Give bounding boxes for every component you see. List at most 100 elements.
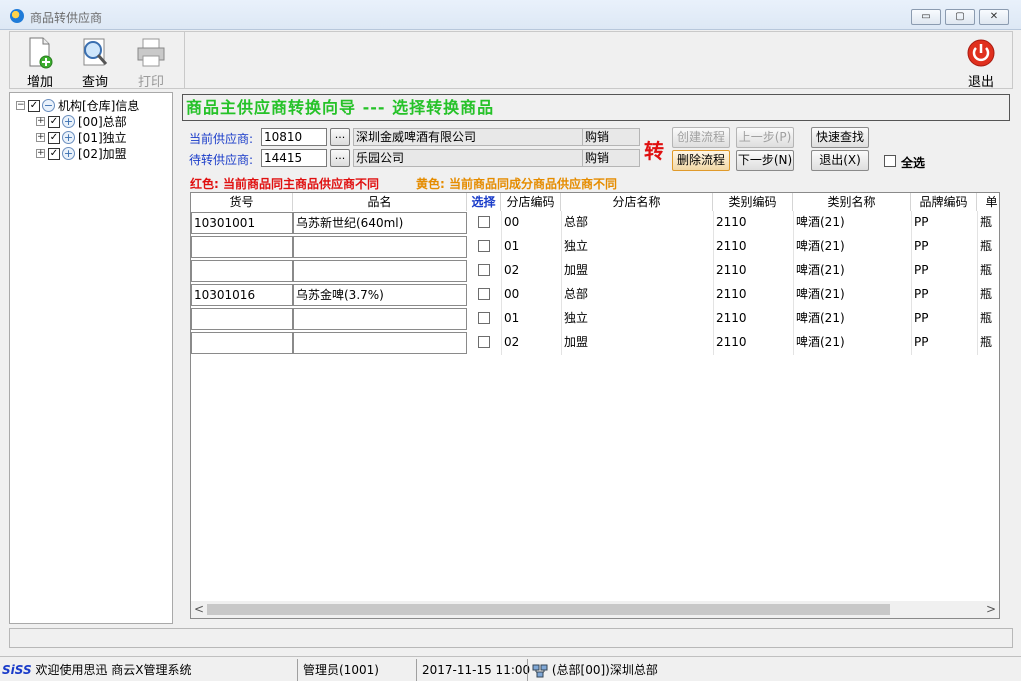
create-flow-button[interactable]: 创建流程 [672, 127, 730, 148]
cell-brand-code: PP [914, 263, 929, 277]
tree-item-00[interactable]: + ✓ + [00]总部 [36, 113, 127, 129]
add-button[interactable]: 增加 [20, 36, 60, 90]
status-user: 管理员(1001) [303, 663, 379, 677]
expand-icon[interactable]: + [36, 149, 45, 158]
status-branch: (总部[00])深圳总部 [532, 661, 658, 679]
target-supplier-name: 乐园公司 [353, 149, 583, 167]
cell-brand-code: PP [914, 215, 929, 229]
quick-search-button[interactable]: 快速查找 [811, 127, 869, 148]
expand-icon[interactable]: + [36, 133, 45, 142]
cell-code[interactable] [191, 260, 293, 282]
cell-brand-code: PP [914, 311, 929, 325]
horizontal-scrollbar[interactable]: < > [191, 601, 999, 618]
cell-branch-name: 加盟 [564, 335, 589, 349]
cell-unit: 瓶 [980, 215, 993, 229]
current-supplier-name: 深圳金威啤酒有限公司 [353, 128, 583, 146]
cell-code[interactable]: 10301001 [191, 212, 293, 234]
power-icon [967, 39, 995, 67]
col-header-unit[interactable]: 单 [977, 193, 999, 211]
col-header-branch-name[interactable]: 分店名称 [561, 193, 713, 211]
cell-name[interactable] [293, 236, 467, 258]
tree-item-01[interactable]: + ✓ + [01]独立 [36, 129, 127, 145]
title-bar: 商品转供应商 ▭ ▢ ✕ [0, 0, 1021, 30]
cell-brand-code: PP [914, 287, 929, 301]
target-supplier-browse-button[interactable]: ... [330, 149, 350, 167]
row-select-checkbox[interactable] [478, 312, 490, 324]
cell-branch-name: 独立 [564, 311, 589, 325]
cell-category-name: 啤酒(21) [796, 287, 845, 301]
cell-unit: 瓶 [980, 287, 993, 301]
exit-wizard-button[interactable]: 退出(X) [811, 150, 869, 171]
add-label: 增加 [26, 75, 53, 90]
next-step-button[interactable]: 下一步(N) [736, 150, 794, 171]
cell-category-code: 2110 [716, 311, 747, 325]
expand-icon[interactable]: + [36, 117, 45, 126]
col-header-category-code[interactable]: 类别编码 [713, 193, 793, 211]
minimize-button[interactable]: ▭ [911, 9, 941, 25]
row-select-checkbox[interactable] [478, 288, 490, 300]
checkbox-checked-icon[interactable]: ✓ [28, 99, 40, 112]
target-supplier-code-input[interactable]: 14415 [261, 149, 327, 167]
cell-category-name: 啤酒(21) [796, 311, 845, 325]
checkbox-checked-icon[interactable]: ✓ [48, 115, 60, 128]
cell-name[interactable]: 乌苏金啤(3.7%) [293, 284, 467, 306]
cell-branch-code: 00 [504, 287, 520, 301]
cell-code[interactable] [191, 236, 293, 258]
query-label: 查询 [81, 75, 108, 90]
col-header-code[interactable]: 货号 [191, 193, 293, 211]
col-header-category-name[interactable]: 类别名称 [793, 193, 911, 211]
collapse-icon[interactable]: − [16, 101, 25, 110]
cell-name[interactable] [293, 260, 467, 282]
cell-code[interactable]: 10301016 [191, 284, 293, 306]
app-icon [10, 9, 24, 23]
checkbox-checked-icon[interactable]: ✓ [48, 131, 60, 144]
current-supplier-browse-button[interactable]: ... [330, 128, 350, 146]
current-supplier-code-input[interactable]: 10810 [261, 128, 327, 146]
delete-flow-button[interactable]: 删除流程 [672, 150, 730, 171]
tree-item-label: [01]独立 [78, 130, 127, 145]
prev-step-button[interactable]: 上一步(P) [736, 127, 794, 148]
cell-unit: 瓶 [980, 335, 993, 349]
col-header-select[interactable]: 选择 [467, 193, 501, 211]
checkbox-checked-icon[interactable]: ✓ [48, 147, 60, 160]
scroll-left-icon[interactable]: < [191, 601, 207, 618]
maximize-button[interactable]: ▢ [945, 9, 975, 25]
cell-unit: 瓶 [980, 311, 993, 325]
col-header-brand-code[interactable]: 品牌编码 [911, 193, 977, 211]
scroll-right-icon[interactable]: > [983, 601, 999, 618]
minus-circle-icon: − [42, 99, 55, 112]
product-grid[interactable]: 货号 品名 选择 分店编码 分店名称 类别编码 类别名称 品牌编码 单 1030… [190, 192, 1000, 619]
cell-category-code: 2110 [716, 263, 747, 277]
cell-category-name: 啤酒(21) [796, 263, 845, 277]
window-title: 商品转供应商 [30, 11, 103, 25]
welcome-text: 欢迎使用思迅 商云X管理系统 [35, 663, 192, 677]
cell-branch-name: 总部 [564, 215, 589, 229]
print-button[interactable]: 打印 [131, 36, 171, 90]
cell-code[interactable] [191, 332, 293, 354]
cell-category-code: 2110 [716, 239, 747, 253]
tree-root-label: 机构[仓库]信息 [58, 98, 140, 113]
cell-brand-code: PP [914, 239, 929, 253]
select-all-checkbox[interactable] [884, 155, 896, 167]
cell-name[interactable]: 乌苏新世纪(640ml) [293, 212, 467, 234]
network-icon [532, 664, 548, 677]
col-header-branch-code[interactable]: 分店编码 [501, 193, 561, 211]
target-supplier-mode: 购销 [582, 149, 640, 167]
row-select-checkbox[interactable] [478, 336, 490, 348]
tree-root[interactable]: − ✓ − 机构[仓库]信息 [16, 97, 139, 113]
tree-item-02[interactable]: + ✓ + [02]加盟 [36, 145, 127, 161]
org-tree[interactable]: − ✓ − 机构[仓库]信息 + ✓ + [00]总部 + ✓ + [01]独立 + ✓ + [02]加… [9, 92, 173, 624]
row-select-checkbox[interactable] [478, 240, 490, 252]
query-button[interactable]: 查询 [75, 36, 115, 90]
col-header-name[interactable]: 品名 [293, 193, 467, 211]
exit-button[interactable]: 退出 [961, 36, 1001, 90]
cell-branch-code: 02 [504, 263, 520, 277]
cell-name[interactable] [293, 332, 467, 354]
row-select-checkbox[interactable] [478, 216, 490, 228]
row-select-checkbox[interactable] [478, 264, 490, 276]
close-button[interactable]: ✕ [979, 9, 1009, 25]
outer-scroll-edge [1012, 92, 1020, 626]
scrollbar-thumb[interactable] [207, 604, 890, 615]
cell-name[interactable] [293, 308, 467, 330]
cell-code[interactable] [191, 308, 293, 330]
